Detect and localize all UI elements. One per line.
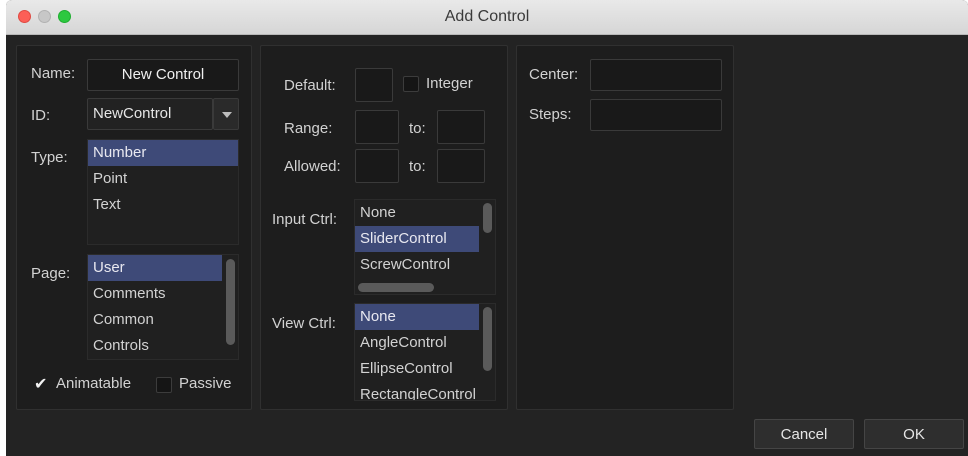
view-ctrl-list[interactable]: None AngleControl EllipseControl Rectang… — [354, 303, 496, 401]
middle-panel: Default: Integer Range: to: Allowed: to:… — [260, 45, 508, 410]
input-ctrl-list[interactable]: None SliderControl ScrewControl — [354, 199, 496, 295]
default-label: Default: — [284, 77, 336, 94]
name-field[interactable]: New Control — [87, 59, 239, 91]
range-label: Range: — [284, 120, 333, 137]
page-option-user[interactable]: User — [88, 255, 222, 281]
add-control-dialog: Add Control Name: New Control ID: NewCon… — [6, 0, 968, 456]
ok-button[interactable]: OK — [864, 419, 964, 449]
view-ctrl-option-rectangle[interactable]: RectangleControl — [355, 382, 495, 400]
cancel-button[interactable]: Cancel — [754, 419, 854, 449]
left-panel: Name: New Control ID: NewControl Type: N… — [16, 45, 252, 410]
id-label: ID: — [31, 107, 51, 124]
page-list[interactable]: User Comments Common Controls — [87, 254, 239, 360]
view-ctrl-option-ellipse[interactable]: EllipseControl — [355, 356, 495, 382]
allowed-min-field[interactable] — [355, 149, 399, 183]
id-field-value: NewControl — [93, 105, 172, 122]
input-ctrl-hscroll[interactable] — [358, 283, 434, 292]
window-title: Add Control — [444, 8, 530, 25]
type-option-number[interactable]: Number — [88, 140, 238, 166]
checkmark-icon: ✔ — [34, 374, 48, 393]
view-ctrl-option-none[interactable]: None — [355, 304, 479, 330]
type-option-point[interactable]: Point — [88, 166, 238, 192]
view-ctrl-option-angle[interactable]: AngleControl — [355, 330, 495, 356]
type-label: Type: — [31, 149, 68, 166]
range-min-field[interactable] — [355, 110, 399, 144]
default-field[interactable] — [355, 68, 393, 102]
center-field[interactable] — [590, 59, 722, 91]
name-label: Name: — [31, 65, 76, 82]
right-panel: Center: Steps: — [516, 45, 734, 410]
range-to-label: to: — [409, 120, 426, 137]
passive-label: Passive — [179, 375, 232, 392]
page-option-controls[interactable]: Controls — [88, 333, 238, 359]
integer-label: Integer — [426, 75, 473, 92]
page-list-scrollbar[interactable] — [226, 259, 235, 345]
id-field[interactable]: NewControl — [87, 98, 213, 130]
id-dropdown-button[interactable] — [213, 98, 239, 130]
view-ctrl-label: View Ctrl: — [272, 315, 336, 332]
allowed-max-field[interactable] — [437, 149, 485, 183]
input-ctrl-vscroll[interactable] — [483, 203, 492, 233]
range-max-field[interactable] — [437, 110, 485, 144]
animatable-label: Animatable — [56, 375, 132, 392]
page-option-comments[interactable]: Comments — [88, 281, 238, 307]
center-label: Center: — [529, 66, 579, 83]
type-option-text[interactable]: Text — [88, 192, 238, 218]
input-ctrl-option-none[interactable]: None — [355, 200, 495, 226]
integer-checkbox[interactable] — [403, 76, 419, 92]
type-list[interactable]: Number Point Text — [87, 139, 239, 245]
animatable-checkbox[interactable]: ✔ — [34, 374, 50, 393]
input-ctrl-option-slider[interactable]: SliderControl — [355, 226, 479, 252]
page-label: Page: — [31, 265, 71, 282]
allowed-label: Allowed: — [284, 158, 341, 175]
steps-field[interactable] — [590, 99, 722, 131]
view-ctrl-vscroll[interactable] — [483, 307, 492, 371]
input-ctrl-option-screw[interactable]: ScrewControl — [355, 252, 495, 278]
passive-checkbox[interactable] — [156, 377, 172, 393]
title-bar: Add Control — [6, 0, 968, 35]
steps-label: Steps: — [529, 106, 572, 123]
chevron-down-icon — [222, 112, 232, 118]
page-option-common[interactable]: Common — [88, 307, 238, 333]
allowed-to-label: to: — [409, 158, 426, 175]
input-ctrl-label: Input Ctrl: — [272, 211, 338, 228]
